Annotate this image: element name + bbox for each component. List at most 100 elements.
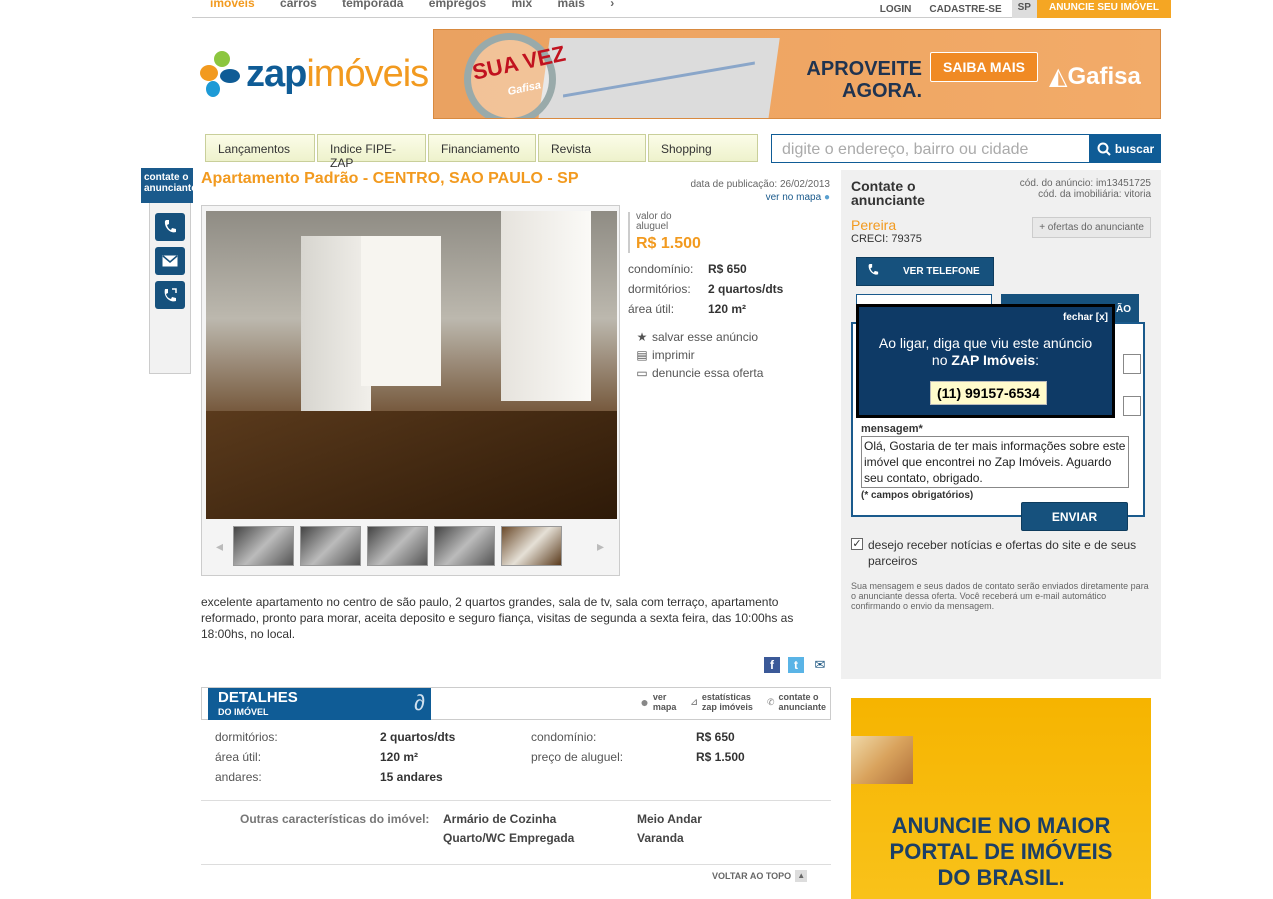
gallery-next-icon[interactable]: ▸ xyxy=(597,538,604,555)
details-map-link[interactable]: ● ver mapa xyxy=(640,692,676,712)
saiba-mais-button[interactable]: SAIBA MAIS xyxy=(930,52,1038,82)
map-link[interactable]: ver no mapa ● xyxy=(766,192,830,203)
close-popup-button[interactable]: fechar [x] xyxy=(1063,312,1108,323)
map-pin-icon: ● xyxy=(640,694,649,710)
listing-codes: cód. do anúncio: im13451725 cód. da imob… xyxy=(1019,178,1151,200)
chevron-right-icon: › xyxy=(610,0,615,10)
nav-empregos[interactable]: empregos xyxy=(429,0,486,10)
map-pin-icon: ● xyxy=(823,192,830,203)
site-sections: imóveis carros temporada empregos mix ma… xyxy=(210,0,658,10)
nav-mais[interactable]: mais › xyxy=(558,0,637,10)
ver-telefone-button[interactable]: VER TELEFONE xyxy=(856,257,994,286)
printer-icon: ▤ xyxy=(636,348,648,362)
advertiser-creci: CRECI: 79375 xyxy=(851,233,922,245)
newsletter-checkbox[interactable]: ✓ desejo receber notícias e ofertas do s… xyxy=(851,537,1151,569)
tab-shopping[interactable]: Shopping xyxy=(648,134,758,162)
nav-mix[interactable]: mix xyxy=(512,0,533,10)
details-table: dormitórios: 2 quartos/dts condomínio: R$ 6… xyxy=(215,730,775,790)
floating-contact-label: contate o anunciante xyxy=(141,168,197,203)
tab-indice-fipe-zap[interactable]: Indice FIPE-ZAP xyxy=(317,134,426,170)
paperclip-icon: ∂ xyxy=(414,690,425,715)
popup-message: Ao ligar, diga que viu este anúncio no Z… xyxy=(878,335,1093,368)
contact-title: Contate o anunciante xyxy=(851,178,925,208)
print-link[interactable]: ▤ imprimir xyxy=(634,346,763,364)
account-links: LOGIN CADASTRE-SE SP ANUNCIE SEU IMÓVEL xyxy=(862,0,1171,18)
anuncie-ad-banner[interactable]: ANUNCIE NO MAIOR PORTAL DE IMÓVEIS DO BR… xyxy=(851,698,1151,899)
callback-icon[interactable] xyxy=(155,281,185,309)
save-ad-link[interactable]: ★ salvar esse anúncio xyxy=(634,328,763,346)
zapimoveis-logo[interactable]: zapimóveis xyxy=(200,47,429,101)
nav-carros[interactable]: carros xyxy=(280,0,317,10)
thumbnail[interactable] xyxy=(300,526,361,566)
anuncie-imovel-button[interactable]: ANUNCIE SEU IMÓVEL xyxy=(1036,0,1171,18)
thumbnail[interactable] xyxy=(434,526,495,566)
facebook-icon[interactable]: f xyxy=(764,657,780,673)
report-icon: ▭ xyxy=(636,366,648,380)
share-buttons: f t ✉ xyxy=(764,657,836,673)
banner-headline: APROVEITE AGORA. xyxy=(806,58,922,102)
main-photo[interactable] xyxy=(206,211,617,519)
thumbnail-selected[interactable] xyxy=(501,526,562,566)
message-textarea[interactable]: Olá, Gostaria de ter mais informações so… xyxy=(861,436,1129,488)
enviar-button[interactable]: ENVIAR xyxy=(1021,502,1128,531)
listing-actions: ★ salvar esse anúncio ▤ imprimir ▭ denuncie… xyxy=(634,328,763,382)
table-row: área útil: 120 m² preço de aluguel: R$ 1.50… xyxy=(215,750,745,764)
feature-item: Armário de Cozinha xyxy=(443,812,557,826)
listing-title: Apartamento Padrão - CENTRO, SAO PAULO -… xyxy=(201,170,579,187)
spec-row: dormitórios: 2 quartos/dts xyxy=(628,282,784,296)
gafisa-logo: ◭Gafisa xyxy=(1049,63,1141,90)
message-label: mensagem* xyxy=(861,423,923,435)
nav-imoveis[interactable]: imóveis xyxy=(210,0,255,10)
banner-map-image xyxy=(538,38,780,118)
region-selector[interactable]: SP xyxy=(1011,0,1037,18)
phone-icon[interactable] xyxy=(155,213,185,241)
price-label: valor do aluguel xyxy=(636,211,672,232)
phone-icon xyxy=(867,263,879,280)
phone-popup: fechar [x] Ao ligar, diga que viu este a… xyxy=(856,304,1115,418)
login-link[interactable]: LOGIN xyxy=(880,4,912,15)
gallery-prev-icon[interactable]: ◂ xyxy=(216,538,223,555)
photo-gallery: ◂ ▸ xyxy=(201,205,620,576)
logo-wordmark: zapimóveis xyxy=(246,52,429,95)
thumbnail[interactable] xyxy=(367,526,428,566)
divider xyxy=(201,800,831,801)
email-share-icon[interactable]: ✉ xyxy=(812,657,828,673)
table-row: dormitórios: 2 quartos/dts condomínio: R$ 6… xyxy=(215,730,735,744)
search-input[interactable]: digite o endereço, bairro ou cidade xyxy=(771,134,1090,163)
thumbnail[interactable] xyxy=(233,526,294,566)
privacy-note: Sua mensagem e seus dados de contato ser… xyxy=(851,581,1149,611)
price-value: R$ 1.500 xyxy=(636,235,701,252)
email-field[interactable] xyxy=(1123,396,1141,416)
name-field[interactable] xyxy=(1123,354,1141,374)
details-header: DETALHES DO IMÓVEL ∂ ● ver mapa ⊿ estatísti… xyxy=(201,687,831,720)
spec-row: condomínio: R$ 650 xyxy=(628,262,747,276)
spec-row: área útil: 120 m² xyxy=(628,302,747,316)
details-contact-link[interactable]: ✆ contate o anunciante xyxy=(767,692,826,712)
report-link[interactable]: ▭ denuncie essa oferta xyxy=(634,364,763,382)
email-icon[interactable] xyxy=(155,247,185,275)
back-to-top-link[interactable]: VOLTAR AO TOPO ▲ xyxy=(712,870,808,882)
key-specs: condomínio: R$ 650 dormitórios: 2 quartos/… xyxy=(628,262,783,322)
search-button[interactable]: buscar xyxy=(1090,134,1161,163)
details-links: ● ver mapa ⊿ estatísticas zap imóveis ✆ conta… xyxy=(626,692,826,712)
phone-icon: ✆ xyxy=(766,697,775,707)
checkmark-icon[interactable]: ✓ xyxy=(851,538,863,550)
chart-icon: ⊿ xyxy=(690,697,698,707)
logo-mark-icon xyxy=(200,49,244,99)
tab-lancamentos[interactable]: Lançamentos xyxy=(205,134,315,162)
cadastre-link[interactable]: CADASTRE-SE xyxy=(929,4,1001,15)
other-features-label: Outras características do imóvel: xyxy=(240,812,430,826)
arrow-up-icon: ▲ xyxy=(795,870,808,882)
search-icon xyxy=(1097,142,1111,156)
gafisa-banner-ad[interactable]: SUA VEZ Gafisa APROVEITE AGORA. SAIBA MAI… xyxy=(433,29,1161,119)
tab-revista[interactable]: Revista xyxy=(538,134,646,162)
advertiser-offers-button[interactable]: + ofertas do anunciante xyxy=(1032,217,1151,238)
advertiser-name[interactable]: Pereira xyxy=(851,217,896,233)
tab-financiamento[interactable]: Financiamento xyxy=(428,134,536,162)
details-stats-link[interactable]: ⊿ estatísticas zap imóveis xyxy=(690,692,753,712)
divider xyxy=(201,864,831,865)
twitter-icon[interactable]: t xyxy=(788,657,804,673)
nav-temporada[interactable]: temporada xyxy=(342,0,403,10)
rent-price: valor do aluguel R$ 1.500 xyxy=(628,212,701,253)
phone-number: (11) 99157-6534 xyxy=(930,381,1047,405)
